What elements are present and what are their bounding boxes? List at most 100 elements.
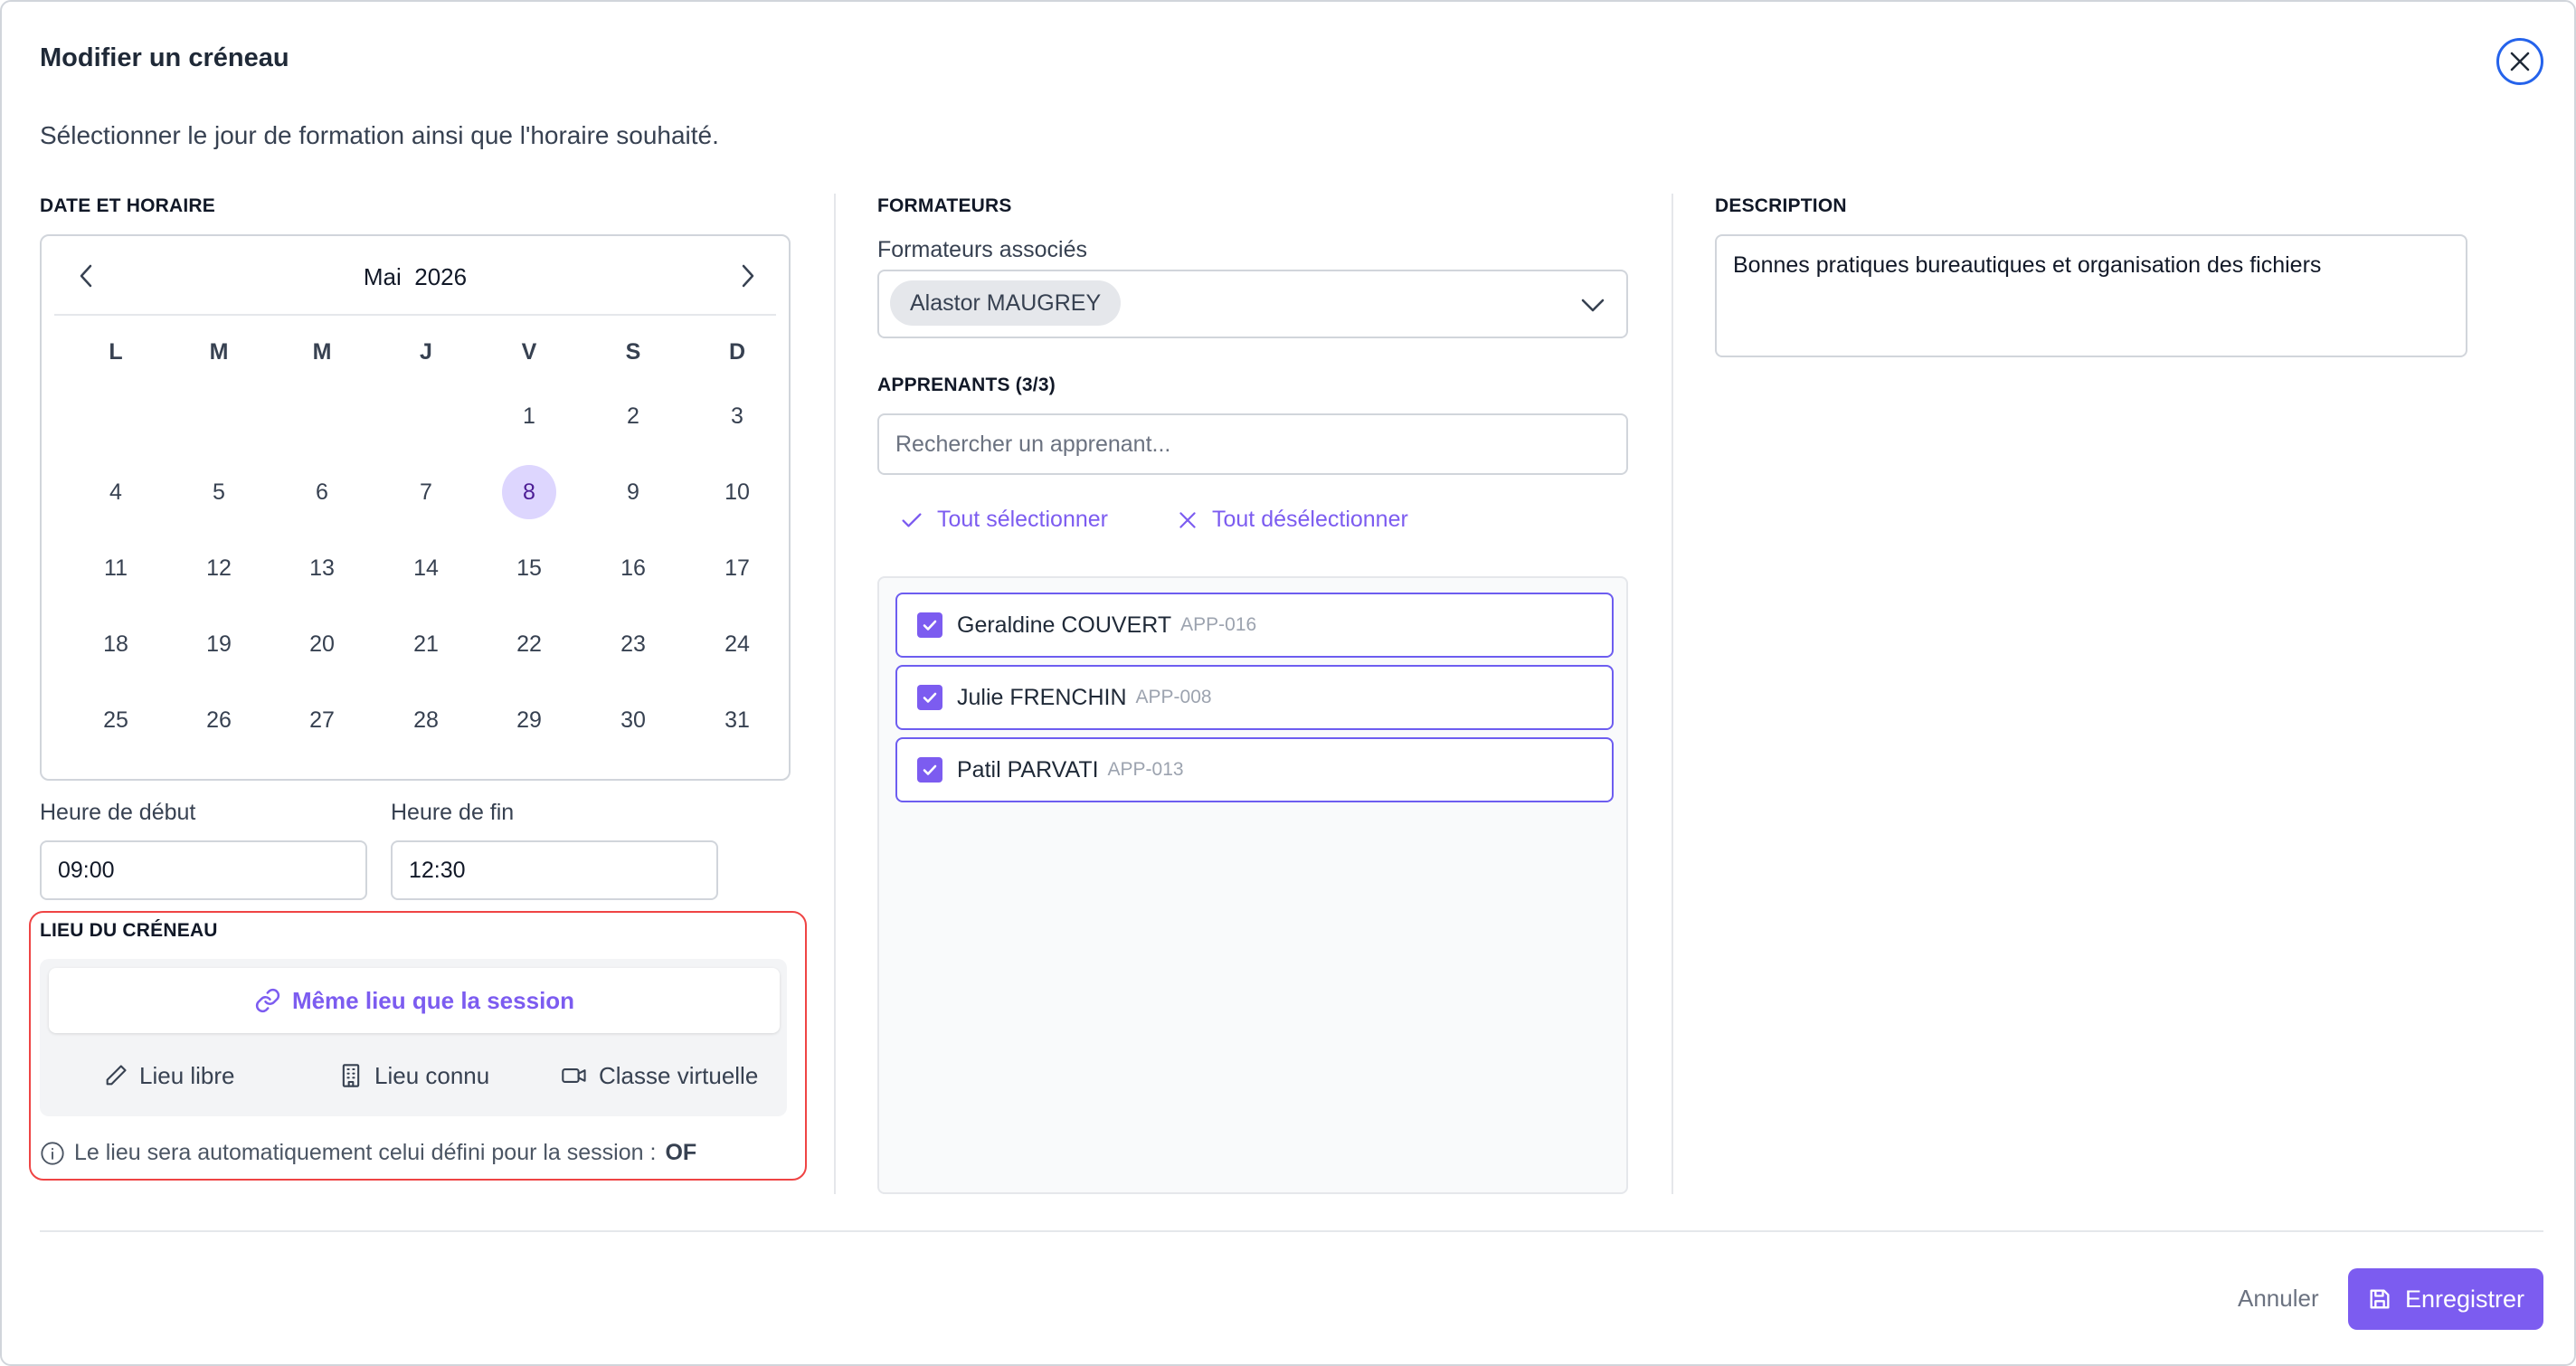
- lieu-info-value: OF: [665, 1140, 697, 1165]
- modal-title: Modifier un créneau: [40, 43, 289, 72]
- formateurs-select[interactable]: Alastor MAUGREY: [877, 270, 1628, 338]
- calendar-day[interactable]: 23: [606, 617, 660, 671]
- calendar-day[interactable]: 2: [606, 389, 660, 443]
- end-time-input[interactable]: 12:30: [391, 840, 718, 900]
- weekday-header: M: [312, 339, 332, 365]
- calendar-day[interactable]: 14: [399, 541, 453, 595]
- learner-name: Patil PARVATI: [957, 756, 1099, 783]
- learner-item[interactable]: Julie FRENCHIN APP-008: [895, 665, 1614, 730]
- calendar-day[interactable]: 17: [710, 541, 764, 595]
- calendar-day[interactable]: 12: [192, 541, 246, 595]
- weekday-header: L: [109, 339, 123, 365]
- select-all-label: Tout sélectionner: [937, 507, 1109, 532]
- deselect-all-link[interactable]: Tout désélectionner: [1176, 507, 1408, 533]
- learner-checkbox[interactable]: [917, 612, 942, 638]
- lieu-connu-label: Lieu connu: [374, 1061, 490, 1089]
- calendar-month: Mai: [363, 263, 402, 290]
- start-time-label: Heure de début: [40, 800, 196, 825]
- lieu-libre-option[interactable]: Lieu libre: [103, 1053, 235, 1098]
- calendar-header: Mai 2026: [42, 236, 789, 314]
- learner-code: APP-016: [1180, 614, 1257, 635]
- select-all-link[interactable]: Tout sélectionner: [899, 507, 1108, 533]
- end-time-label: Heure de fin: [391, 800, 515, 825]
- learner-search-input[interactable]: Rechercher un apprenant...: [877, 413, 1628, 475]
- calendar-day[interactable]: 27: [295, 693, 349, 747]
- learner-checkbox[interactable]: [917, 685, 942, 710]
- checkmark-icon: [923, 692, 937, 703]
- classe-virtuelle-label: Classe virtuelle: [599, 1061, 759, 1089]
- chevron-down-icon: [1581, 299, 1605, 312]
- check-icon: [902, 512, 922, 527]
- lieu-info-text: Le lieu sera automatiquement celui défin…: [74, 1140, 657, 1165]
- calendar: Mai 2026 LMMJVSD 1 2 3 4 5 6 7 8 9 10 11 12 13 14 15 16…: [40, 234, 791, 781]
- calendar-day[interactable]: 22: [502, 617, 556, 671]
- calendar-day[interactable]: 9: [606, 465, 660, 519]
- calendar-day[interactable]: 6: [295, 465, 349, 519]
- weekday-header: S: [625, 339, 641, 365]
- calendar-day[interactable]: 4: [89, 465, 143, 519]
- lieu-section-label: LIEU DU CRÉNEAU: [40, 920, 218, 941]
- calendar-day[interactable]: 13: [295, 541, 349, 595]
- lieu-libre-label: Lieu libre: [139, 1061, 235, 1089]
- info-icon: [41, 1141, 64, 1165]
- video-camera-icon: [562, 1068, 586, 1083]
- edit-slot-modal: Modifier un créneau Sélectionner le jour…: [0, 0, 2576, 1366]
- calendar-day[interactable]: 18: [89, 617, 143, 671]
- calendar-year: 2026: [414, 263, 468, 290]
- checkmark-icon: [923, 764, 937, 775]
- formateurs-sub-label: Formateurs associés: [877, 237, 1088, 262]
- calendar-day[interactable]: 16: [606, 541, 660, 595]
- calendar-day[interactable]: 19: [192, 617, 246, 671]
- calendar-day[interactable]: 1: [502, 389, 556, 443]
- checkmark-icon: [923, 620, 937, 631]
- calendar-day[interactable]: 29: [502, 693, 556, 747]
- description-section-label: DESCRIPTION: [1715, 195, 1847, 216]
- learner-name: Geraldine COUVERT: [957, 612, 1172, 638]
- calendar-day-selected[interactable]: 8: [502, 465, 556, 519]
- same-location-button[interactable]: Même lieu que la session: [49, 968, 780, 1033]
- calendar-day[interactable]: 24: [710, 617, 764, 671]
- calendar-day[interactable]: 31: [710, 693, 764, 747]
- learner-code: APP-008: [1135, 687, 1212, 707]
- learner-item[interactable]: Geraldine COUVERT APP-016: [895, 593, 1614, 658]
- description-textarea[interactable]: Bonnes pratiques bureautiques et organis…: [1715, 234, 2467, 357]
- close-button[interactable]: [2496, 38, 2543, 85]
- weekday-header: J: [420, 339, 432, 365]
- save-button[interactable]: Enregistrer: [2348, 1268, 2543, 1330]
- close-icon: [2510, 52, 2530, 71]
- calendar-day[interactable]: 28: [399, 693, 453, 747]
- link-icon: [255, 988, 280, 1013]
- calendar-day[interactable]: 3: [710, 389, 764, 443]
- x-icon: [1179, 511, 1196, 528]
- calendar-day[interactable]: 30: [606, 693, 660, 747]
- footer-divider: [40, 1230, 2543, 1232]
- calendar-day[interactable]: 25: [89, 693, 143, 747]
- start-time-input[interactable]: 09:00: [40, 840, 367, 900]
- classe-virtuelle-option[interactable]: Classe virtuelle: [561, 1053, 758, 1098]
- calendar-day[interactable]: 10: [710, 465, 764, 519]
- weekday-header: M: [209, 339, 229, 365]
- next-month-icon[interactable]: [734, 263, 760, 289]
- formateur-tag[interactable]: Alastor MAUGREY: [890, 280, 1122, 326]
- calendar-day[interactable]: 7: [399, 465, 453, 519]
- same-location-label: Même lieu que la session: [291, 986, 575, 1014]
- calendar-day[interactable]: 11: [89, 541, 143, 595]
- cancel-button[interactable]: Annuler: [2238, 1285, 2319, 1313]
- learner-code: APP-013: [1107, 759, 1184, 780]
- column-divider-right: [1672, 194, 1673, 1194]
- lieu-connu-option[interactable]: Lieu connu: [338, 1053, 489, 1098]
- building-icon: [342, 1064, 360, 1087]
- deselect-all-label: Tout désélectionner: [1212, 507, 1408, 532]
- learner-item[interactable]: Patil PARVATI APP-013: [895, 737, 1614, 802]
- learner-checkbox[interactable]: [917, 757, 942, 783]
- calendar-day[interactable]: 21: [399, 617, 453, 671]
- apprenants-section-label: APPRENANTS (3/3): [877, 375, 1056, 395]
- learner-name: Julie FRENCHIN: [957, 684, 1127, 710]
- weekday-header: V: [521, 339, 537, 365]
- lieu-info: Le lieu sera automatiquement celui défin…: [40, 1140, 696, 1166]
- calendar-day[interactable]: 15: [502, 541, 556, 595]
- pencil-icon: [106, 1065, 127, 1086]
- calendar-day[interactable]: 5: [192, 465, 246, 519]
- calendar-day[interactable]: 20: [295, 617, 349, 671]
- calendar-day[interactable]: 26: [192, 693, 246, 747]
